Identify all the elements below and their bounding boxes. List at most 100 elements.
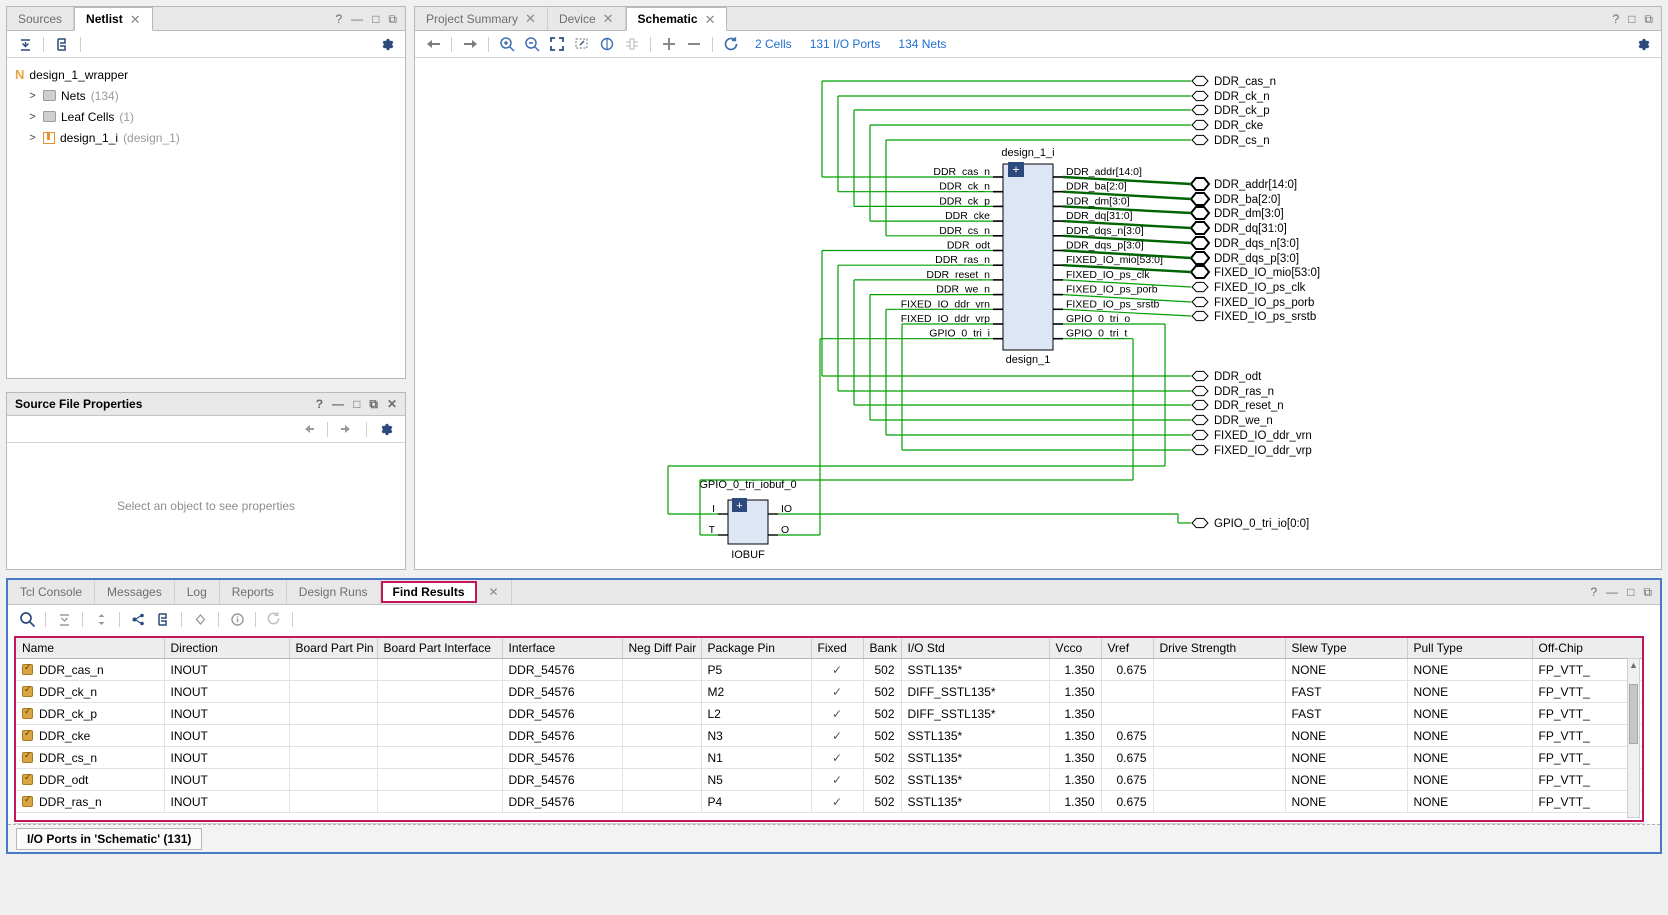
io-port-marker[interactable] [1189,177,1211,191]
column-header-off-chip[interactable]: Off-Chip [1532,638,1642,659]
cells-count-link[interactable]: 2 Cells [755,37,792,51]
table-row[interactable]: DDR_ck_n INOUT DDR_54576 M2✓502DIFF_SSTL135… [16,680,1642,703]
tree-item-design-1-wrapper[interactable]: N design_1_wrapper [13,64,405,85]
forward-arrow-icon[interactable] [336,419,358,439]
maximize-icon[interactable]: □ [372,13,379,25]
highlight-icon[interactable] [189,609,211,629]
io-port-marker[interactable] [1189,251,1211,265]
column-header-bank[interactable]: Bank [863,638,902,659]
float-icon[interactable]: ⧉ [1644,13,1653,25]
export-icon[interactable] [152,609,174,629]
close-icon[interactable]: ✕ [130,13,141,26]
tab-design-runs[interactable]: Design Runs [287,580,381,604]
tree-item-nets[interactable]: > Nets (134) [13,85,405,106]
column-header-slew-type[interactable]: Slew Type [1285,638,1408,659]
scroll-up-icon[interactable]: ▲ [1628,659,1639,671]
column-header-direction[interactable]: Direction [164,638,290,659]
help-icon[interactable]: ? [1612,13,1619,25]
expand-cone-icon[interactable] [621,34,643,54]
column-header-name[interactable]: Name [16,638,165,659]
nets-count-link[interactable]: 134 Nets [898,37,946,51]
remove-cell-icon[interactable] [683,34,705,54]
io-port-marker[interactable] [1189,236,1211,250]
float-icon[interactable]: ⧉ [1643,586,1652,598]
tab-reports[interactable]: Reports [220,580,287,604]
minimize-icon[interactable]: — [1606,586,1618,598]
zoom-fit-icon[interactable] [546,34,568,54]
io-port-marker[interactable] [1191,104,1209,116]
tab-sources[interactable]: Sources [7,7,75,30]
column-header-i-o-std[interactable]: I/O Std [901,638,1050,659]
tab-messages[interactable]: Messages [95,580,175,604]
zoom-out-icon[interactable] [521,34,543,54]
chevron-right-icon[interactable]: > [27,111,38,123]
io-port-marker[interactable] [1191,444,1209,456]
io-port-marker[interactable] [1191,75,1209,87]
io-port-marker[interactable] [1191,429,1209,441]
forward-arrow-icon[interactable] [459,34,481,54]
table-row[interactable]: DDR_ras_n INOUT DDR_54576 P4✓502SSTL135*1.3… [16,790,1642,813]
zoom-in-icon[interactable] [496,34,518,54]
help-icon[interactable]: ? [1590,586,1597,598]
minimize-icon[interactable]: — [332,398,344,410]
maximize-icon[interactable]: □ [1627,586,1634,598]
tab-schematic[interactable]: Schematic ✕ [625,7,728,31]
design-1-i-cell-body[interactable] [1002,163,1054,351]
help-icon[interactable]: ? [316,398,323,410]
column-header-vref[interactable]: Vref [1101,638,1154,659]
io-port-marker[interactable] [1191,90,1209,102]
io-port-marker[interactable] [1191,414,1209,426]
hierarchy-icon[interactable] [127,609,149,629]
refresh-icon[interactable] [263,609,285,629]
table-row[interactable]: DDR_cas_n INOUT DDR_54576 P5✓502SSTL135*1.3… [16,658,1642,681]
tab-netlist[interactable]: Netlist ✕ [74,7,153,31]
tree-item-design-1-i[interactable]: > design_1_i (design_1) [13,127,405,148]
column-header-pull-type[interactable]: Pull Type [1407,638,1533,659]
zoom-selection-icon[interactable] [596,34,618,54]
column-header-vcco[interactable]: Vcco [1049,638,1102,659]
table-vertical-scrollbar[interactable]: ▲ [1627,658,1640,818]
collapse-all-icon[interactable] [14,34,36,54]
table-row[interactable]: DDR_ck_p INOUT DDR_54576 L2✓502DIFF_SSTL135… [16,702,1642,725]
info-icon[interactable] [226,609,248,629]
column-header-package-pin[interactable]: Package Pin [701,638,812,659]
sort-icon[interactable] [90,609,112,629]
column-header-fixed[interactable]: Fixed [811,638,864,659]
scrollbar-thumb[interactable] [1629,684,1638,744]
io-port-marker[interactable] [1189,265,1211,279]
help-icon[interactable]: ? [335,13,342,25]
settings-gear-icon[interactable] [1632,34,1654,54]
collapse-all-icon[interactable] [53,609,75,629]
search-icon[interactable] [16,609,38,629]
maximize-icon[interactable]: □ [353,398,360,410]
column-header-drive-strength[interactable]: Drive Strength [1153,638,1286,659]
back-arrow-icon[interactable] [297,419,319,439]
expand-hierarchy-icon[interactable] [51,34,73,54]
io-port-marker[interactable] [1191,310,1209,322]
regenerate-icon[interactable] [720,34,742,54]
table-row[interactable]: DDR_odt INOUT DDR_54576 N5✓502SSTL135*1.350… [16,768,1642,791]
zoom-area-icon[interactable] [571,34,593,54]
tab-find-results[interactable]: Find Results [380,581,477,603]
io-port-marker[interactable] [1191,370,1209,382]
tab-device[interactable]: Device ✕ [548,7,626,30]
find-results-table-container[interactable]: Name Direction Board Part Pin Board Part In… [14,636,1644,822]
schematic-canvas[interactable]: DDR_cas_n DDR_ck_n DDR_ck_p DDR_cke DDR_cs_n… [415,58,1661,568]
close-icon[interactable]: ✕ [525,12,536,25]
io-port-marker[interactable] [1191,119,1209,131]
close-icon[interactable]: ✕ [705,13,716,26]
io-port-marker[interactable] [1191,134,1209,146]
close-icon[interactable]: ✕ [603,12,614,25]
chevron-right-icon[interactable]: > [27,90,38,102]
io-port-marker[interactable] [1191,281,1209,293]
tab-project-summary[interactable]: Project Summary ✕ [415,7,548,30]
io-port-marker[interactable] [1189,206,1211,220]
close-icon[interactable]: ✕ [387,398,397,410]
io-port-marker[interactable] [1191,385,1209,397]
io-port-marker[interactable] [1189,221,1211,235]
column-header-board-part-interface[interactable]: Board Part Interface [377,638,503,659]
close-find-results-icon[interactable]: ✕ [477,580,512,604]
io-port-marker[interactable] [1191,517,1209,529]
tree-item-leaf-cells[interactable]: > Leaf Cells (1) [13,106,405,127]
io-port-marker[interactable] [1189,192,1211,206]
